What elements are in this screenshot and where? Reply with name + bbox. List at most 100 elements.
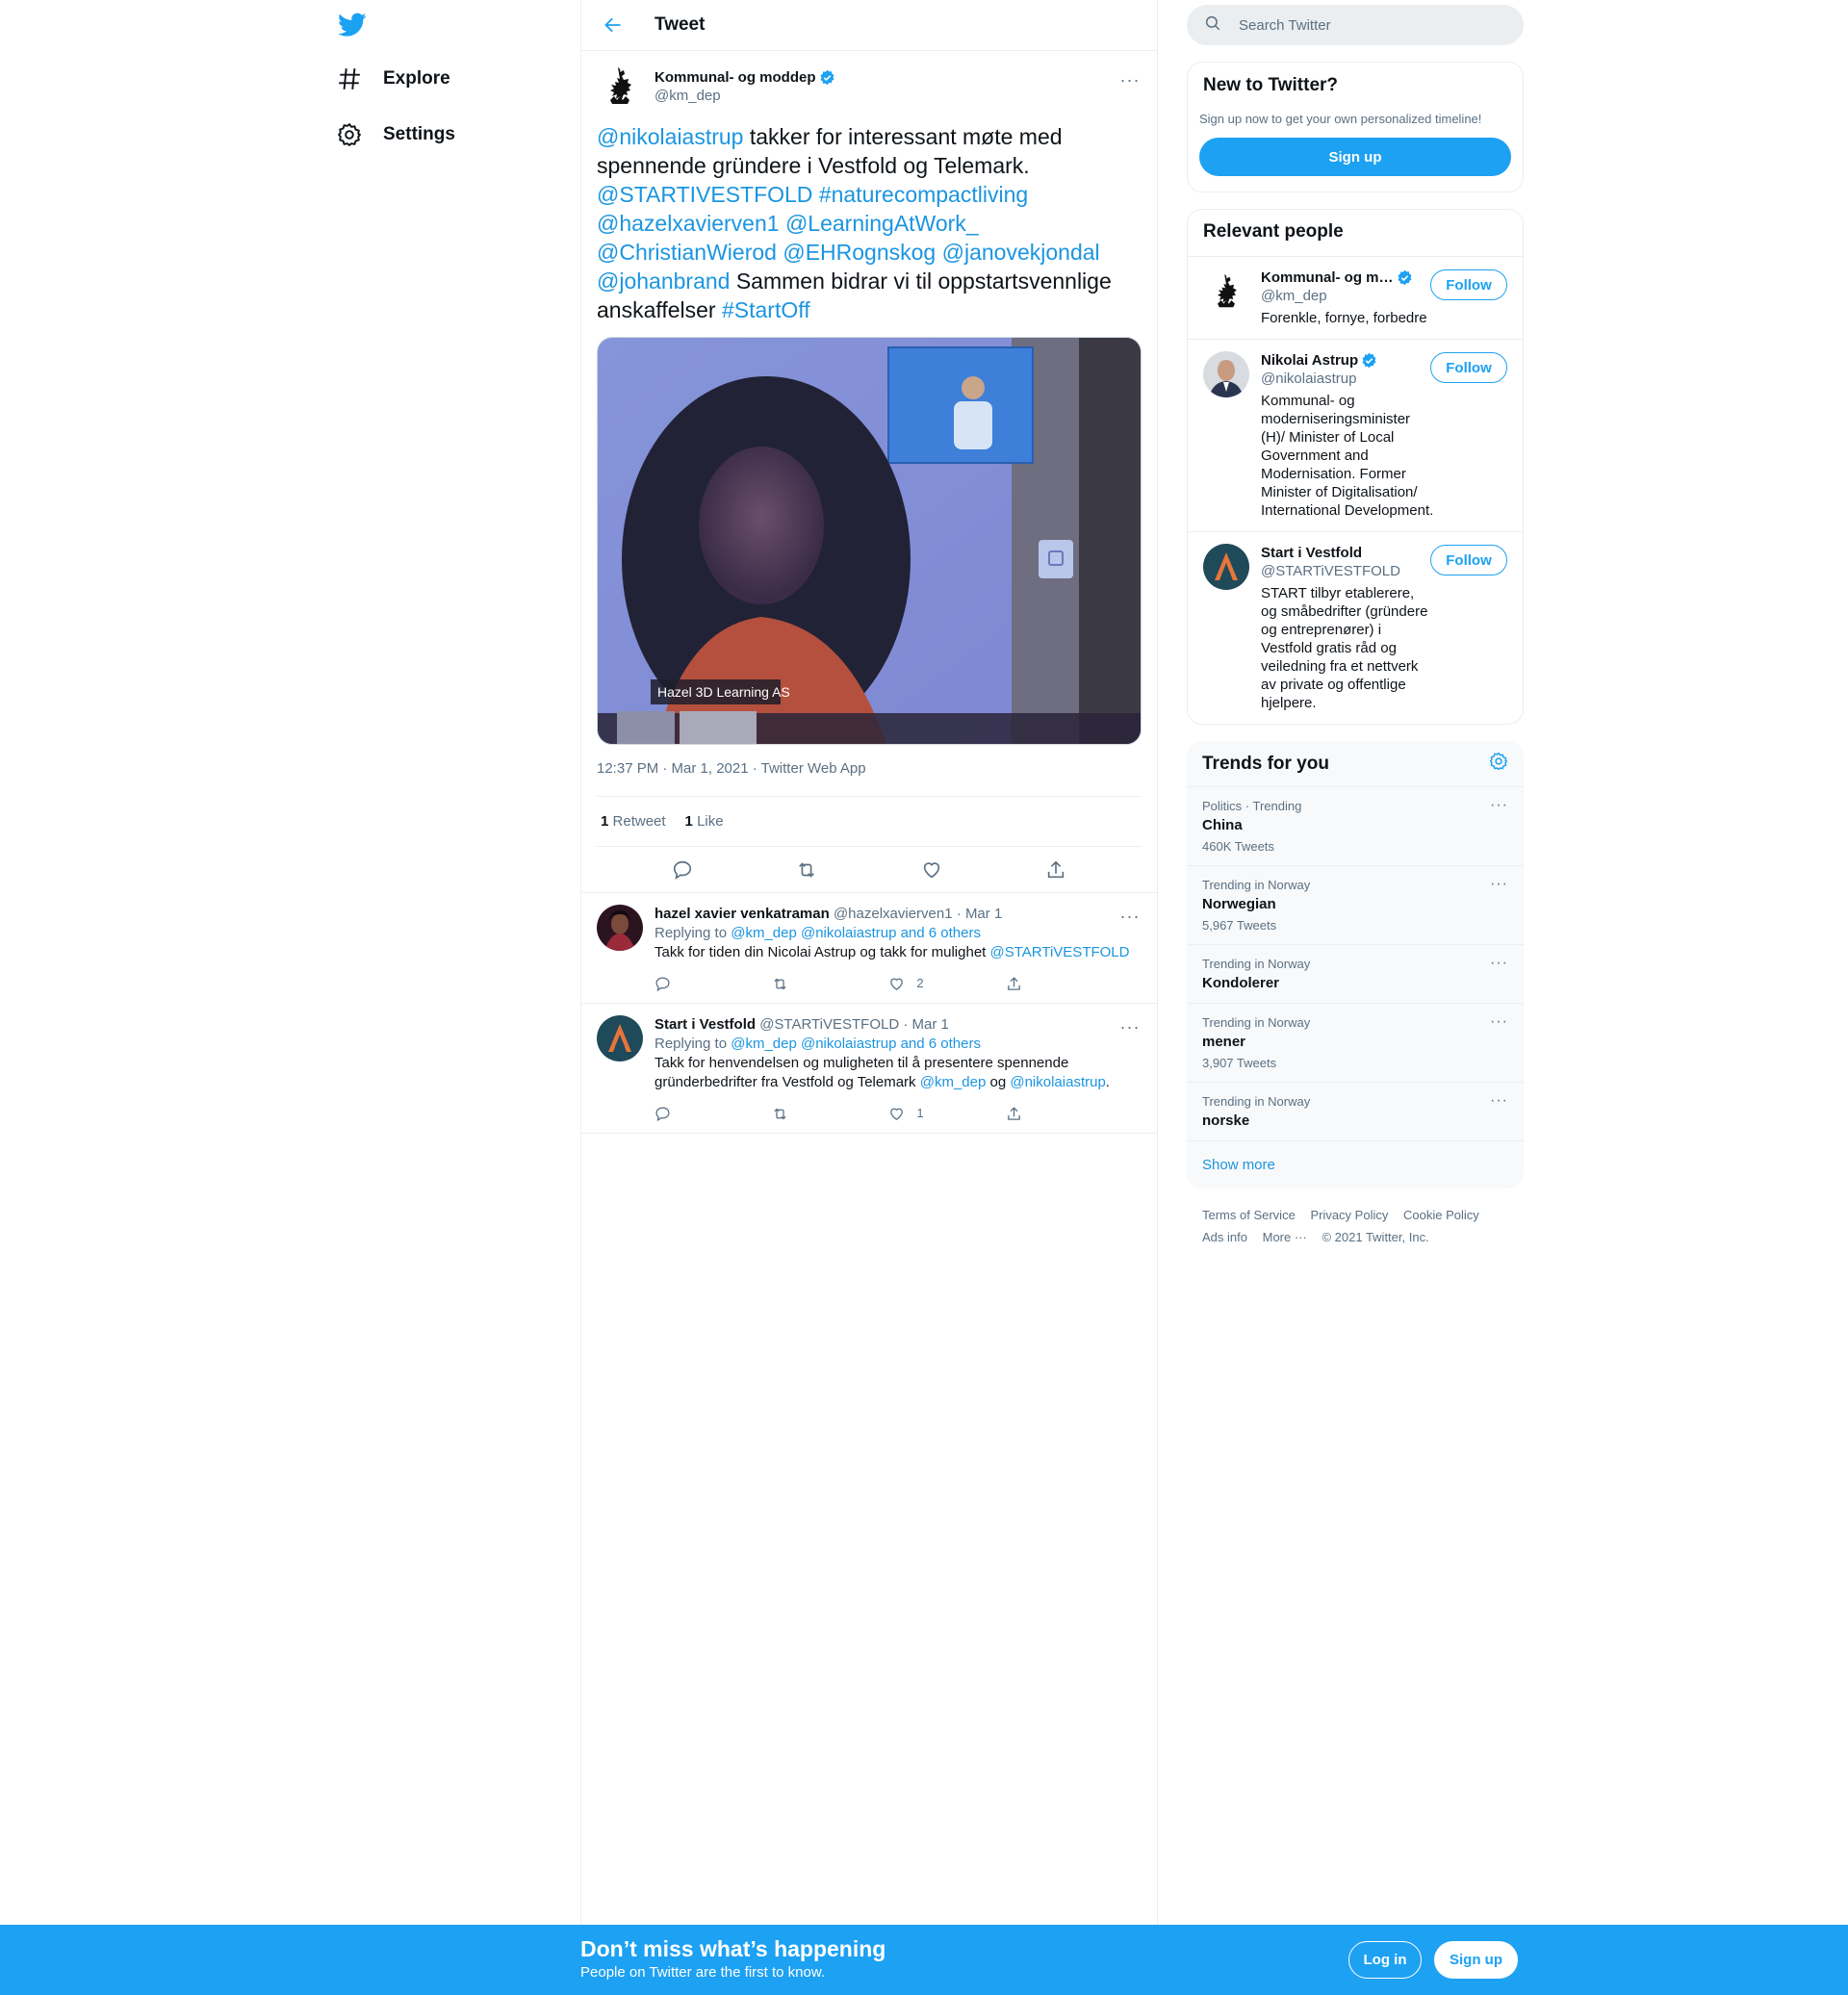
trend-item[interactable]: Trending in Norway Kondolerer ··· (1187, 945, 1524, 1004)
replying-to: Replying to @km_dep @nikolaiastrup and 6… (654, 924, 1142, 943)
more-options-icon[interactable]: ··· (1118, 905, 1142, 928)
person-handle[interactable]: @nikolaiastrup (1261, 370, 1434, 388)
reply-author-name[interactable]: Start i Vestfold (654, 1016, 756, 1033)
trend-item[interactable]: Trending in Norway Norwegian 5,967 Tweets ·… (1187, 866, 1524, 945)
show-more-link[interactable]: Show more (1187, 1141, 1524, 1189)
person-name-text: Start i Vestfold (1261, 545, 1363, 561)
more-options-icon[interactable]: ··· (1490, 797, 1508, 814)
sign-up-button[interactable]: Sign up (1199, 138, 1511, 176)
more-link[interactable]: More ··· (1263, 1230, 1307, 1244)
coat-of-arms-icon (610, 67, 631, 104)
replying-to-links[interactable]: @km_dep @nikolaiastrup and 6 others (731, 925, 981, 941)
tweet-text-link[interactable]: @janovekjondal (942, 240, 1100, 265)
tweet-text-link[interactable]: @STARTIVESTFOLD (597, 182, 812, 207)
gear-icon[interactable] (1489, 752, 1508, 776)
reply-text: Takk for tiden din Nicolai Astrup og tak… (654, 943, 1142, 962)
retweet-icon[interactable] (772, 976, 830, 992)
reply-tweet[interactable]: hazel xavier venkatraman @hazelxavierven… (581, 893, 1157, 1004)
retweet-icon[interactable] (790, 854, 823, 886)
person-handle[interactable]: @km_dep (1261, 287, 1434, 305)
like-icon[interactable] (915, 854, 948, 886)
tweet-author-name[interactable]: Kommunal- og moddep (654, 69, 835, 86)
more-options-icon[interactable]: ··· (1118, 68, 1142, 91)
follow-button[interactable]: Follow (1430, 269, 1507, 300)
media-caption: Hazel 3D Learning AS (657, 684, 790, 700)
cookie-link[interactable]: Cookie Policy (1403, 1208, 1479, 1222)
twitter-logo-icon[interactable] (335, 8, 370, 42)
avatar[interactable] (1203, 351, 1249, 397)
tweet-text-link[interactable]: @nikolaiastrup (597, 124, 743, 149)
more-options-icon[interactable]: ··· (1490, 1092, 1508, 1110)
more-options-icon[interactable]: ··· (1490, 955, 1508, 972)
trend-item[interactable]: Trending in Norway norske ··· (1187, 1083, 1524, 1141)
search-input[interactable] (1239, 16, 1489, 34)
new-to-twitter-title: New to Twitter? (1203, 75, 1339, 95)
avatar[interactable] (597, 905, 643, 951)
verified-badge-icon (1398, 269, 1411, 286)
replying-to-links[interactable]: @km_dep @nikolaiastrup and 6 others (731, 1036, 981, 1052)
terms-link[interactable]: Terms of Service (1202, 1208, 1296, 1222)
tweet-author-handle[interactable]: @km_dep (654, 88, 835, 104)
avatar[interactable] (597, 1015, 643, 1061)
trend-name: China (1202, 817, 1243, 833)
retweet-stat[interactable]: 1 Retweet (601, 813, 666, 830)
reply-mention-link[interactable]: @nikolaiastrup (1010, 1074, 1105, 1090)
sign-up-button[interactable]: Sign up (1434, 1941, 1518, 1979)
reply-author-handle[interactable]: @hazelxavierven1 (834, 906, 953, 922)
reply-date[interactable]: Mar 1 (965, 906, 1002, 922)
avatar[interactable] (597, 64, 643, 110)
tweet-action-bar (581, 847, 1157, 893)
share-icon[interactable] (1006, 976, 1064, 992)
reply-mention-link[interactable]: @km_dep (920, 1074, 987, 1090)
person-item[interactable]: Start i Vestfold @STARTiVESTFOLD START t… (1188, 532, 1523, 724)
avatar[interactable] (1203, 269, 1249, 315)
more-options-icon[interactable]: ··· (1490, 1013, 1508, 1031)
retweet-label: Retweet (612, 813, 666, 830)
more-options-icon[interactable]: ··· (1118, 1015, 1142, 1038)
person-name[interactable]: Start i Vestfold (1261, 544, 1434, 562)
like-stat[interactable]: 1 Like (685, 813, 724, 830)
privacy-link[interactable]: Privacy Policy (1310, 1208, 1388, 1222)
follow-button[interactable]: Follow (1430, 545, 1507, 575)
reply-icon[interactable] (666, 854, 699, 886)
retweet-icon[interactable] (772, 1106, 830, 1122)
nav-settings[interactable]: Settings (335, 111, 455, 159)
reply-author-name[interactable]: hazel xavier venkatraman (654, 906, 830, 922)
tweet-text-link[interactable]: @ChristianWierod (597, 240, 777, 265)
person-handle[interactable]: @STARTiVESTFOLD (1261, 562, 1434, 580)
trend-item[interactable]: Politics · Trending China 460K Tweets ··· (1187, 787, 1524, 866)
tweet-text-link[interactable]: @johanbrand (597, 269, 730, 294)
reply-icon[interactable] (654, 976, 712, 992)
tweet-timestamp[interactable]: 12:37 PM · Mar 1, 2021 · Twitter Web App (597, 760, 1142, 780)
person-name[interactable]: Kommunal- og m… (1261, 269, 1434, 287)
reply-tweet[interactable]: Start i Vestfold @STARTiVESTFOLD · Mar 1… (581, 1004, 1157, 1134)
avatar[interactable] (1203, 544, 1249, 590)
reply-date[interactable]: Mar 1 (912, 1016, 949, 1033)
more-options-icon[interactable]: ··· (1490, 876, 1508, 893)
trend-item[interactable]: Trending in Norway mener 3,907 Tweets ··· (1187, 1004, 1524, 1083)
person-item[interactable]: Nikolai Astrup @nikolaiastrup Kommunal- … (1188, 340, 1523, 532)
reply-text-mid: og (986, 1074, 1011, 1090)
log-in-button[interactable]: Log in (1348, 1941, 1422, 1979)
reply-icon[interactable] (654, 1106, 712, 1122)
follow-button[interactable]: Follow (1430, 352, 1507, 383)
like-icon[interactable]: 1 (888, 1104, 946, 1123)
like-icon[interactable]: 2 (888, 974, 946, 993)
tweet-media-image[interactable]: Hazel 3D Learning AS (597, 337, 1142, 745)
share-icon[interactable] (1006, 1106, 1064, 1122)
ads-info-link[interactable]: Ads info (1202, 1230, 1247, 1244)
tweet-text-link[interactable]: @LearningAtWork_ (785, 211, 979, 236)
tweet-text-link[interactable]: @EHRognskog (783, 240, 936, 265)
share-icon[interactable] (1040, 854, 1072, 886)
nav-explore[interactable]: Explore (335, 55, 450, 103)
reply-author-handle[interactable]: @STARTiVESTFOLD (759, 1016, 899, 1033)
person-item[interactable]: Kommunal- og m… @km_dep Forenkle, fornye… (1188, 257, 1523, 340)
tweet-text-link[interactable]: @hazelxavierven1 (597, 211, 780, 236)
trends-card: Trends for you Politics · Trending China 4… (1187, 741, 1524, 1189)
tweet-text-link[interactable]: #naturecompactliving (819, 182, 1028, 207)
tweet-text-link[interactable]: #StartOff (722, 297, 810, 322)
person-name[interactable]: Nikolai Astrup (1261, 351, 1434, 370)
search-box[interactable] (1187, 5, 1524, 45)
back-arrow-icon[interactable] (597, 9, 629, 41)
reply-mention-link[interactable]: @STARTiVESTFOLD (990, 944, 1130, 960)
